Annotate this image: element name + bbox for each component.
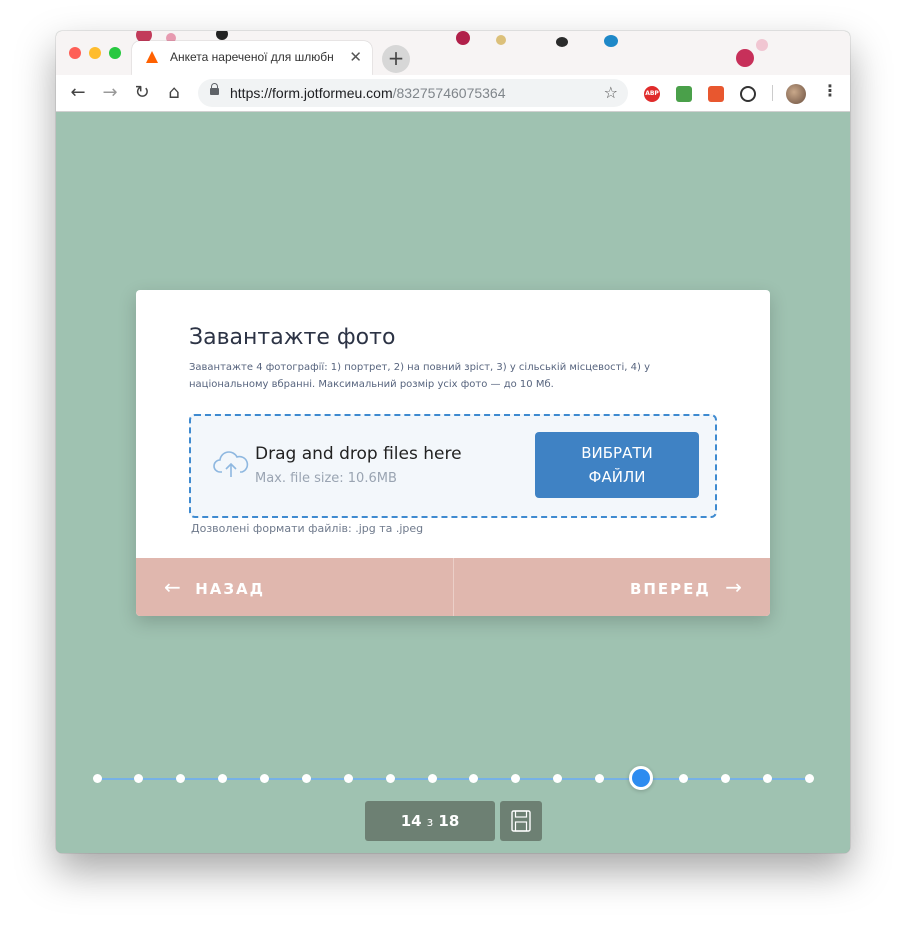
- progress-track: [92, 766, 814, 790]
- title-bar: Анкета нареченої для шлюбн ✕ +: [56, 31, 850, 75]
- flower-decoration: [456, 31, 470, 45]
- reload-icon[interactable]: ↻: [128, 79, 156, 107]
- avatar[interactable]: [786, 84, 806, 104]
- forward-arrow-icon[interactable]: →: [96, 79, 124, 107]
- flower-decoration: [496, 35, 506, 45]
- page-counter: 14 з 18: [365, 801, 495, 841]
- allowed-formats-text: Дозволені формати файлів: .jpg та .jpeg: [191, 522, 424, 535]
- next-button[interactable]: ВПЕРЕД →: [630, 558, 742, 616]
- flower-decoration: [736, 49, 754, 67]
- dropzone-size-limit: Max. file size: 10.6MB: [255, 471, 397, 486]
- left-arrow-icon: ←: [164, 575, 181, 599]
- right-arrow-icon: →: [725, 575, 742, 599]
- progress-dot[interactable]: [92, 774, 102, 783]
- menu-kebab-icon[interactable]: ⋮: [822, 81, 838, 100]
- question-title: Завантажте фото: [189, 325, 396, 350]
- progress-dot[interactable]: [260, 774, 270, 783]
- browser-tab[interactable]: Анкета нареченої для шлюбн ✕: [132, 41, 372, 75]
- butterfly-decoration: [604, 35, 618, 47]
- lock-icon: [210, 83, 219, 95]
- progress-dot[interactable]: [720, 774, 730, 783]
- question-description: Завантажте 4 фотографії: 1) портрет, 2) …: [189, 362, 650, 390]
- butterfly-decoration: [216, 31, 228, 40]
- progress-dot[interactable]: [134, 774, 144, 783]
- url-text: https://form.jotformeu.com/8327574607536…: [230, 85, 506, 101]
- flower-decoration: [756, 39, 768, 51]
- back-button[interactable]: ← НАЗАД: [164, 558, 265, 616]
- progress-dot[interactable]: [678, 774, 688, 783]
- jotform-icon: [146, 51, 158, 63]
- cloud-upload-icon: [213, 451, 249, 477]
- progress-dot[interactable]: [301, 774, 311, 783]
- progress-dot[interactable]: [469, 774, 479, 783]
- close-window-button[interactable]: [69, 47, 81, 59]
- butterfly-decoration: [556, 37, 568, 47]
- tab-title: Анкета нареченої для шлюбн: [170, 50, 334, 64]
- address-bar[interactable]: https://form.jotformeu.com/8327574607536…: [198, 79, 628, 107]
- form-card: Завантажте фото Завантажте 4 фотографії:…: [136, 290, 770, 616]
- evernote-icon[interactable]: [676, 86, 692, 102]
- toolbar-divider: [772, 85, 773, 101]
- choose-files-button[interactable]: ВИБРАТИ ФАЙЛИ: [535, 432, 699, 498]
- home-icon[interactable]: ⌂: [160, 79, 188, 107]
- bookmark-star-icon[interactable]: ☆: [604, 83, 618, 102]
- abp-icon[interactable]: ABP: [644, 86, 660, 102]
- floppy-disk-icon: [511, 810, 531, 832]
- new-tab-button[interactable]: +: [382, 45, 410, 73]
- progress-dot-current[interactable]: [629, 766, 654, 790]
- progress-dot[interactable]: [176, 774, 186, 783]
- progress-dot[interactable]: [218, 774, 228, 783]
- progress-dot[interactable]: [595, 774, 605, 783]
- progress-dot[interactable]: [343, 774, 353, 783]
- progress-dot[interactable]: [804, 774, 814, 783]
- tab-close-icon[interactable]: ✕: [349, 48, 362, 66]
- progress-dot[interactable]: [762, 774, 772, 783]
- browser-toolbar: ← → ↻ ⌂ https://form.jotformeu.com/83275…: [56, 75, 850, 112]
- save-button[interactable]: [500, 801, 542, 841]
- form-footer: ← НАЗАД ВПЕРЕД →: [136, 558, 770, 616]
- progress-dot[interactable]: [385, 774, 395, 783]
- footer-divider: [453, 558, 454, 616]
- progress-dot[interactable]: [427, 774, 437, 783]
- maximize-window-button[interactable]: [109, 47, 121, 59]
- form-page: Завантажте фото Завантажте 4 фотографії:…: [56, 112, 850, 853]
- dropzone-main-text: Drag and drop files here: [255, 444, 462, 464]
- back-arrow-icon[interactable]: ←: [64, 79, 92, 107]
- progress-dot[interactable]: [511, 774, 521, 783]
- file-dropzone[interactable]: Drag and drop files here Max. file size:…: [189, 414, 717, 518]
- progress-dot[interactable]: [553, 774, 563, 783]
- browser-window: Анкета нареченої для шлюбн ✕ + ← → ↻ ⌂ h…: [56, 31, 850, 853]
- translate-icon[interactable]: [708, 86, 724, 102]
- minimize-window-button[interactable]: [89, 47, 101, 59]
- copy-icon[interactable]: [740, 86, 756, 102]
